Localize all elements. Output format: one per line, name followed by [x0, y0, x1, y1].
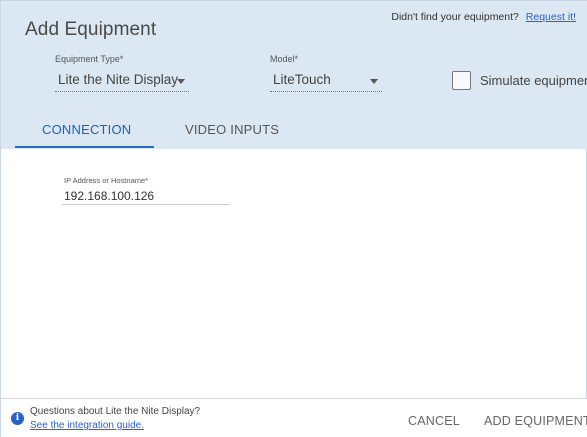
- dialog-header: Add Equipment Didn't find your equipment…: [1, 1, 587, 149]
- simulate-label: Simulate equipment: [480, 73, 587, 88]
- dialog-footer: i Questions about Lite the Nite Display?…: [1, 398, 587, 437]
- chevron-down-icon: [370, 79, 378, 84]
- tab-video-inputs[interactable]: VIDEO INPUTS: [185, 122, 279, 137]
- cancel-button[interactable]: CANCEL: [408, 414, 460, 428]
- active-tab-indicator: [15, 146, 154, 148]
- request-it-link[interactable]: Request it!: [526, 11, 576, 23]
- integration-question: Questions about Lite the Nite Display?: [30, 406, 201, 417]
- equipment-type-value: Lite the Nite Display: [58, 72, 179, 87]
- add-equipment-button[interactable]: ADD EQUIPMENT: [484, 414, 587, 428]
- request-equipment: Didn't find your equipment? Request it!: [391, 11, 576, 23]
- integration-guide-link[interactable]: See the integration guide.: [30, 420, 144, 431]
- equipment-type-select[interactable]: Lite the Nite Display: [55, 70, 189, 92]
- equipment-type-label: Equipment Type*: [55, 54, 124, 64]
- simulate-checkbox[interactable]: [452, 71, 471, 90]
- model-value: LiteTouch: [273, 72, 331, 87]
- tab-connection[interactable]: CONNECTION: [42, 122, 131, 137]
- dialog-title: Add Equipment: [25, 19, 157, 40]
- ip-address-input[interactable]: [62, 187, 230, 205]
- request-prompt: Didn't find your equipment?: [391, 11, 519, 23]
- add-equipment-dialog: Add Equipment Didn't find your equipment…: [0, 0, 587, 437]
- info-icon: i: [11, 412, 24, 425]
- ip-address-label: IP Address or Hostname*: [64, 176, 149, 185]
- chevron-down-icon: [177, 79, 185, 84]
- model-label: Model*: [270, 54, 299, 64]
- model-select[interactable]: LiteTouch: [270, 70, 382, 92]
